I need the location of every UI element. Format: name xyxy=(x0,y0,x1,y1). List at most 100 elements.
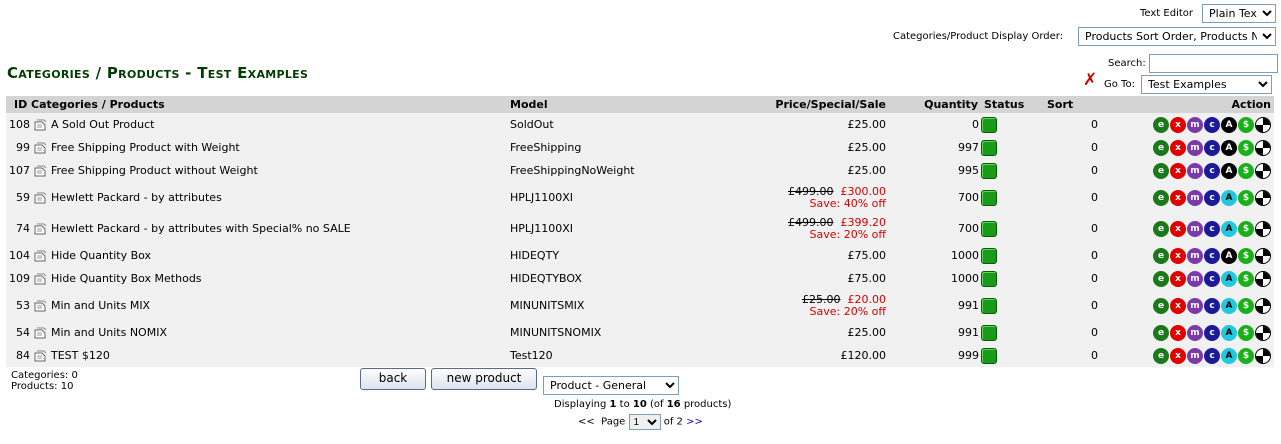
product-icon[interactable] xyxy=(34,327,47,339)
delete-icon[interactable]: x xyxy=(1170,347,1186,364)
copy-icon[interactable]: c xyxy=(1204,189,1220,206)
dollar-icon[interactable]: $ xyxy=(1238,297,1254,314)
reset-search-icon[interactable]: ✗ xyxy=(1083,70,1097,90)
product-name[interactable]: Min and Units NOMIX xyxy=(51,326,167,339)
copy-icon[interactable]: c xyxy=(1204,324,1220,341)
preview-icon[interactable] xyxy=(1255,297,1271,314)
move-icon[interactable]: m xyxy=(1187,162,1203,179)
preview-icon[interactable] xyxy=(1255,324,1271,341)
attributes-icon[interactable]: A xyxy=(1221,347,1237,364)
edit-icon[interactable]: e xyxy=(1153,220,1169,237)
attributes-icon[interactable]: A xyxy=(1221,324,1237,341)
edit-icon[interactable]: e xyxy=(1153,270,1169,287)
copy-icon[interactable]: c xyxy=(1204,297,1220,314)
move-icon[interactable]: m xyxy=(1187,116,1203,133)
attributes-icon[interactable]: A xyxy=(1221,247,1237,264)
move-icon[interactable]: m xyxy=(1187,220,1203,237)
goto-select[interactable]: Test Examples xyxy=(1141,75,1272,94)
product-name[interactable]: Hide Quantity Box Methods xyxy=(51,272,202,285)
dollar-icon[interactable]: $ xyxy=(1238,324,1254,341)
dollar-icon[interactable]: $ xyxy=(1238,247,1254,264)
delete-icon[interactable]: x xyxy=(1170,162,1186,179)
status-toggle-icon[interactable] xyxy=(981,139,997,156)
delete-icon[interactable]: x xyxy=(1170,116,1186,133)
delete-icon[interactable]: x xyxy=(1170,247,1186,264)
product-icon[interactable] xyxy=(34,273,47,285)
product-icon[interactable] xyxy=(34,250,47,262)
display-order-select[interactable]: Products Sort Order, Products Name xyxy=(1078,27,1276,46)
product-name[interactable]: Free Shipping Product without Weight xyxy=(51,164,258,177)
attributes-icon[interactable]: A xyxy=(1221,297,1237,314)
next-page-link[interactable]: >> xyxy=(686,417,703,428)
preview-icon[interactable] xyxy=(1255,139,1271,156)
product-name[interactable]: A Sold Out Product xyxy=(51,118,154,131)
preview-icon[interactable] xyxy=(1255,270,1271,287)
page-select[interactable]: 1 xyxy=(628,414,661,430)
delete-icon[interactable]: x xyxy=(1170,297,1186,314)
dollar-icon[interactable]: $ xyxy=(1238,162,1254,179)
copy-icon[interactable]: c xyxy=(1204,116,1220,133)
delete-icon[interactable]: x xyxy=(1170,220,1186,237)
move-icon[interactable]: m xyxy=(1187,270,1203,287)
edit-icon[interactable]: e xyxy=(1153,116,1169,133)
delete-icon[interactable]: x xyxy=(1170,270,1186,287)
dollar-icon[interactable]: $ xyxy=(1238,139,1254,156)
attributes-icon[interactable]: A xyxy=(1221,220,1237,237)
move-icon[interactable]: m xyxy=(1187,324,1203,341)
delete-icon[interactable]: x xyxy=(1170,324,1186,341)
product-icon[interactable] xyxy=(34,223,47,235)
edit-icon[interactable]: e xyxy=(1153,297,1169,314)
product-icon[interactable] xyxy=(34,165,47,177)
copy-icon[interactable]: c xyxy=(1204,247,1220,264)
dollar-icon[interactable]: $ xyxy=(1238,189,1254,206)
preview-icon[interactable] xyxy=(1255,116,1271,133)
text-editor-select[interactable]: Plain Text xyxy=(1202,4,1276,23)
table-row[interactable]: 84 TEST $120 Test120 £120.00 999 0 e x m c A $ xyxy=(6,344,1274,367)
product-icon[interactable] xyxy=(34,300,47,312)
status-toggle-icon[interactable] xyxy=(981,162,997,179)
copy-icon[interactable]: c xyxy=(1204,347,1220,364)
table-row[interactable]: 109 Hide Quantity Box Methods HIDEQTYBOX £7… xyxy=(6,267,1274,290)
product-icon[interactable] xyxy=(34,350,47,362)
table-row[interactable]: 54 Min and Units NOMIX MINUNITSNOMIX £25.00… xyxy=(6,321,1274,344)
edit-icon[interactable]: e xyxy=(1153,324,1169,341)
copy-icon[interactable]: c xyxy=(1204,270,1220,287)
product-name[interactable]: Free Shipping Product with Weight xyxy=(51,141,240,154)
table-row[interactable]: 99 Free Shipping Product with Weight FreeS… xyxy=(6,136,1274,159)
preview-icon[interactable] xyxy=(1255,189,1271,206)
status-toggle-icon[interactable] xyxy=(981,324,997,341)
move-icon[interactable]: m xyxy=(1187,347,1203,364)
delete-icon[interactable]: x xyxy=(1170,189,1186,206)
product-name[interactable]: Hewlett Packard - by attributes with Spe… xyxy=(51,222,351,235)
attributes-icon[interactable]: A xyxy=(1221,139,1237,156)
edit-icon[interactable]: e xyxy=(1153,247,1169,264)
dollar-icon[interactable]: $ xyxy=(1238,220,1254,237)
table-row[interactable]: 104 Hide Quantity Box HIDEQTY £75.00 1000 0 e x… xyxy=(6,244,1274,267)
table-row[interactable]: 59 Hewlett Packard - by attributes HPLJ110… xyxy=(6,182,1274,213)
edit-icon[interactable]: e xyxy=(1153,347,1169,364)
preview-icon[interactable] xyxy=(1255,347,1271,364)
table-row[interactable]: 107 Free Shipping Product without Weight F… xyxy=(6,159,1274,182)
edit-icon[interactable]: e xyxy=(1153,139,1169,156)
preview-icon[interactable] xyxy=(1255,162,1271,179)
copy-icon[interactable]: c xyxy=(1204,220,1220,237)
status-toggle-icon[interactable] xyxy=(981,116,997,133)
attributes-icon[interactable]: A xyxy=(1221,116,1237,133)
status-toggle-icon[interactable] xyxy=(981,347,997,364)
attributes-icon[interactable]: A xyxy=(1221,189,1237,206)
table-row[interactable]: 108 A Sold Out Product SoldOut £25.00 0 0 e x m c… xyxy=(6,113,1274,136)
product-icon[interactable] xyxy=(34,192,47,204)
status-toggle-icon[interactable] xyxy=(981,189,997,206)
preview-icon[interactable] xyxy=(1255,220,1271,237)
product-icon[interactable] xyxy=(34,119,47,131)
status-toggle-icon[interactable] xyxy=(981,270,997,287)
status-toggle-icon[interactable] xyxy=(981,220,997,237)
delete-icon[interactable]: x xyxy=(1170,139,1186,156)
back-button[interactable]: back xyxy=(360,368,426,390)
move-icon[interactable]: m xyxy=(1187,247,1203,264)
dollar-icon[interactable]: $ xyxy=(1238,270,1254,287)
preview-icon[interactable] xyxy=(1255,247,1271,264)
dollar-icon[interactable]: $ xyxy=(1238,116,1254,133)
dollar-icon[interactable]: $ xyxy=(1238,347,1254,364)
copy-icon[interactable]: c xyxy=(1204,139,1220,156)
